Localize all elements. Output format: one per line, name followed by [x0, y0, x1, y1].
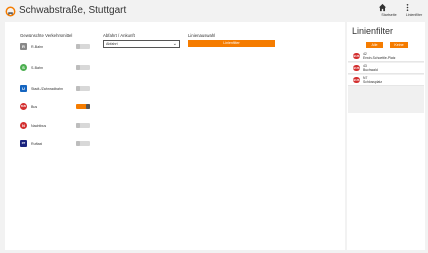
abfahrt-heading: Abfahrt / Ankunft [103, 33, 135, 38]
bus-badge-icon: BUS [353, 65, 360, 71]
linienfilter-header-label: Linienfilter [405, 13, 423, 17]
line-destination: Erwin-Schoettle-Platz [363, 56, 396, 60]
main-panel: Gewünschte Verkehrsmittel Abfahrt / Anku… [5, 22, 345, 250]
more-vertical-icon [406, 3, 409, 12]
abfahrt-ankunft-select[interactable]: Abfahrt ⌄ [103, 40, 180, 48]
line-list: BUS 42 Erwin-Schoettle-Platz BUS 43 Buch… [348, 51, 424, 113]
verkehrsmittel-heading: Gewünschte Verkehrsmittel [20, 33, 73, 38]
app-window: Schwabstraße, Stuttgart Startseite Linie… [0, 0, 428, 253]
mode-label: Stadt-/Zahnradbahn [31, 86, 63, 91]
list-item-line-n7[interactable]: BUS N7 Schlossplatz [348, 75, 424, 86]
toggle-knob [86, 104, 90, 109]
linienfilter-button[interactable]: Linienfilter [188, 40, 275, 47]
bus-badge-icon: BUS [353, 53, 360, 59]
header: Schwabstraße, Stuttgart Startseite Linie… [0, 0, 428, 22]
mode-row-stadtbahn: U Stadt-/Zahnradbahn [20, 85, 95, 93]
home-icon [378, 3, 387, 12]
mode-label: R-Bahn [31, 44, 44, 49]
mode-row-bus: BUS Bus [20, 103, 95, 111]
linienfilter-header-button[interactable]: Linienfilter [403, 3, 425, 21]
r-bahn-icon: R [20, 43, 27, 50]
list-item-line-43[interactable]: BUS 43 Buchwald [348, 63, 424, 74]
s-bahn-toggle[interactable] [76, 65, 90, 70]
toggle-knob [76, 65, 80, 70]
r-bahn-toggle[interactable] [76, 44, 90, 49]
home-button[interactable]: Startseite [378, 3, 400, 21]
bus-toggle[interactable] [76, 104, 90, 109]
vvs-logo-icon [5, 6, 16, 17]
linienfilter-title: Linienfilter [352, 26, 394, 36]
home-label: Startseite [381, 13, 397, 17]
mode-label: Bus [31, 104, 38, 109]
mode-row-ruftaxi: RT Ruftaxi [20, 140, 95, 148]
mode-row-nachtbus: N Nachtbus [20, 122, 95, 130]
select-value: Abfahrt [106, 42, 118, 47]
select-all-button[interactable]: Alle [366, 42, 383, 48]
stadtbahn-icon: U [20, 85, 27, 92]
mode-label: Ruftaxi [31, 141, 43, 146]
select-none-button[interactable]: Keine [390, 42, 408, 48]
chevron-down-icon: ⌄ [172, 41, 177, 47]
toggle-knob [76, 44, 80, 49]
bus-icon: BUS [20, 103, 27, 110]
page-title: Schwabstraße, Stuttgart [19, 5, 127, 16]
list-item-line-42[interactable]: BUS 42 Erwin-Schoettle-Platz [348, 51, 424, 62]
toggle-knob [76, 86, 80, 91]
mode-label: Nachtbus [31, 123, 47, 128]
bus-badge-icon: BUS [353, 77, 360, 83]
s-bahn-icon: S [20, 64, 27, 71]
mode-row-s-bahn: S S-Bahn [20, 64, 95, 72]
nachtbus-toggle[interactable] [76, 123, 90, 128]
stadtbahn-toggle[interactable] [76, 86, 90, 91]
linienauswahl-heading: Linienauswahl [188, 33, 216, 38]
line-destination: Buchwald [363, 68, 378, 72]
mode-row-r-bahn: R R-Bahn [20, 43, 95, 51]
ruftaxi-icon: RT [20, 140, 27, 147]
toggle-knob [76, 123, 80, 128]
line-destination: Schlossplatz [363, 80, 383, 84]
mode-label: S-Bahn [31, 65, 43, 70]
nachtbus-icon: N [20, 122, 27, 129]
linienfilter-panel: Linienfilter Alle Keine BUS 42 Erwin-Sch… [347, 22, 425, 250]
ruftaxi-toggle[interactable] [76, 141, 90, 146]
toggle-knob [76, 141, 80, 146]
